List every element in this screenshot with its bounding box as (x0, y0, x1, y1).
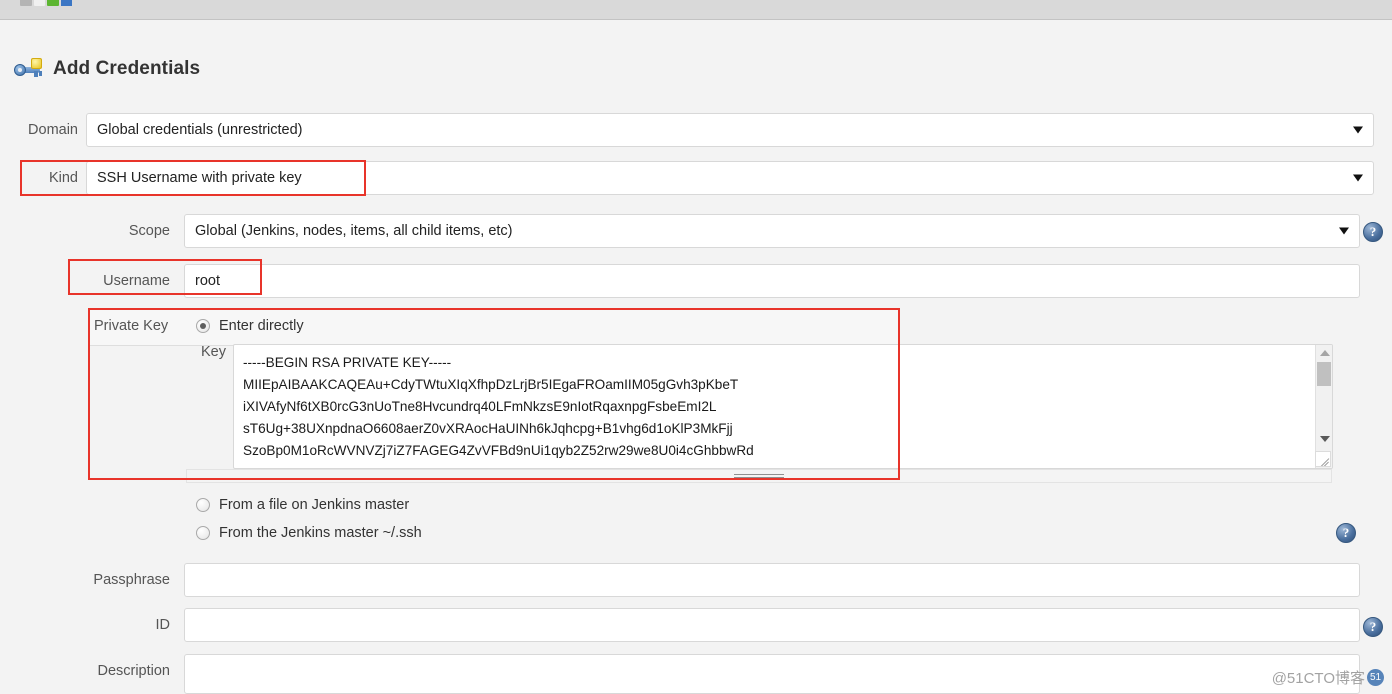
domain-select[interactable]: Global credentials (unrestricted) (86, 113, 1374, 147)
id-input[interactable] (184, 608, 1360, 642)
description-row: Description (0, 654, 1392, 694)
id-label: ID (155, 617, 171, 633)
scroll-up-arrow-icon[interactable] (1320, 350, 1330, 356)
username-label: Username (103, 273, 170, 289)
radio-from-ssh-dir[interactable]: From the Jenkins master ~/.ssh (196, 525, 422, 541)
watermark: @51CTO博客 51 (1272, 667, 1384, 688)
kind-label: Kind (48, 170, 78, 186)
scope-help-icon[interactable]: ? (1363, 222, 1383, 242)
chrome-icon-green (47, 0, 59, 6)
textarea-horizontal-resize-handle[interactable] (186, 469, 1332, 483)
domain-row: Domain Global credentials (unrestricted) (0, 113, 1392, 147)
chrome-icon-1 (20, 0, 32, 6)
textarea-scrollbar[interactable] (1315, 345, 1332, 468)
watermark-text: @51CTO博客 (1271, 670, 1365, 687)
scope-select[interactable]: Global (Jenkins, nodes, items, all child… (184, 214, 1360, 248)
chevron-down-icon (1353, 174, 1363, 182)
passphrase-input[interactable] (184, 563, 1360, 597)
page-title: Add Credentials (53, 58, 201, 79)
kind-row: Kind SSH Username with private key (0, 161, 1392, 195)
description-label: Description (97, 663, 170, 679)
kind-select[interactable]: SSH Username with private key (86, 161, 1374, 195)
page-header: Add Credentials (14, 57, 200, 81)
radio-enter-directly[interactable]: Enter directly (196, 318, 304, 334)
radio-button-from-ssh-dir[interactable] (196, 526, 210, 540)
id-row: ID (0, 608, 1392, 642)
domain-select-wrap: Global credentials (unrestricted) (86, 113, 1374, 147)
private-key-textarea-value: -----BEGIN RSA PRIVATE KEY----- MIIEpAIB… (243, 355, 754, 458)
radio-button-from-file[interactable] (196, 498, 210, 512)
top-chrome-strip (0, 0, 1392, 20)
id-help-icon[interactable]: ? (1363, 617, 1383, 637)
radio-button-enter-directly[interactable] (196, 319, 210, 333)
chrome-icon-blue (60, 0, 72, 6)
kind-select-wrap: SSH Username with private key (86, 161, 1374, 195)
scope-select-wrap: Global (Jenkins, nodes, items, all child… (184, 214, 1360, 248)
radio-label-enter-directly: Enter directly (219, 318, 304, 334)
username-input[interactable]: root (184, 264, 1360, 298)
description-input[interactable] (184, 654, 1360, 694)
scope-row: Scope Global (Jenkins, nodes, items, all… (0, 214, 1392, 248)
radio-from-file[interactable]: From a file on Jenkins master (196, 497, 409, 513)
chevron-down-icon (1339, 227, 1349, 235)
private-key-label: Private Key (94, 318, 169, 334)
domain-label: Domain (28, 122, 78, 138)
radio-label-from-ssh-dir: From the Jenkins master ~/.ssh (219, 525, 422, 541)
chrome-icon-2 (33, 0, 45, 6)
scope-label: Scope (128, 223, 170, 239)
key-label: Key (201, 344, 226, 360)
private-key-textarea[interactable]: -----BEGIN RSA PRIVATE KEY----- MIIEpAIB… (233, 344, 1333, 469)
passphrase-row: Passphrase (0, 563, 1392, 597)
passphrase-label: Passphrase (93, 572, 170, 588)
radio-label-from-file: From a file on Jenkins master (219, 497, 410, 513)
add-credentials-screen: Add Credentials Domain Global credential… (0, 0, 1392, 694)
username-row: Username root (0, 264, 1392, 298)
textarea-resize-grip[interactable] (1315, 451, 1331, 467)
private-key-help-icon[interactable]: ? (1336, 523, 1356, 543)
scrollbar-thumb[interactable] (1317, 362, 1331, 386)
scroll-down-arrow-icon[interactable] (1320, 436, 1330, 442)
chevron-down-icon (1353, 126, 1363, 134)
top-chrome-icons (20, 0, 72, 6)
watermark-badge-icon: 51 (1367, 669, 1384, 686)
key-icon (14, 57, 44, 81)
resize-bars-icon (734, 472, 784, 480)
